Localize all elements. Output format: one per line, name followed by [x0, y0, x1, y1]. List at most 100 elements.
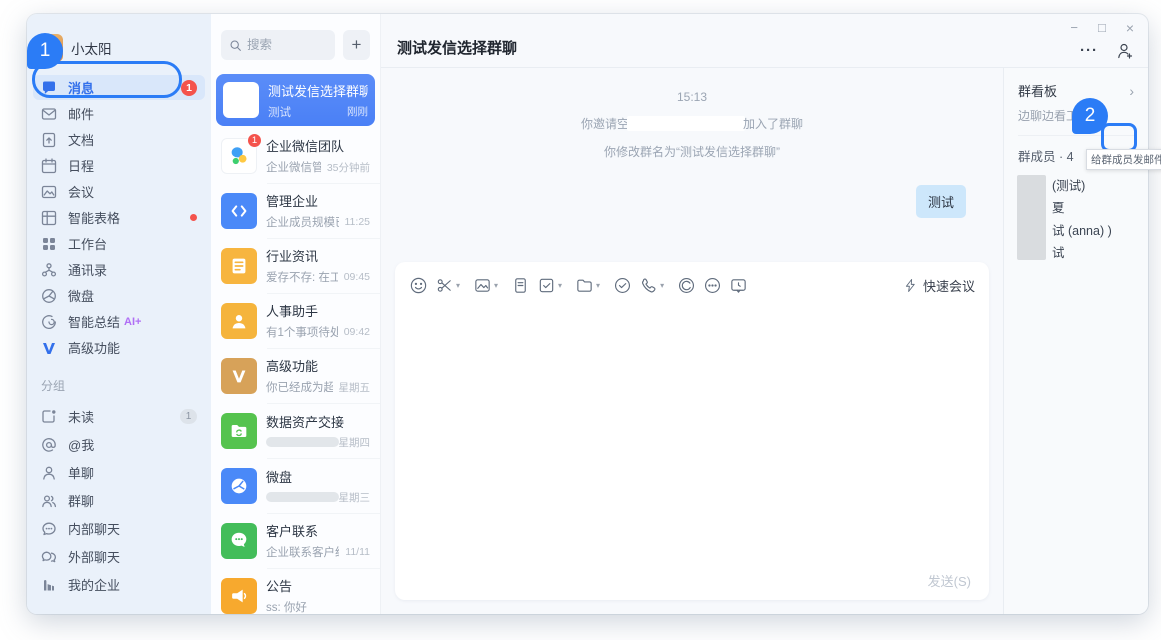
sidebar-item-label: 智能表格	[68, 208, 120, 227]
chat-name: 客户联系	[266, 521, 370, 540]
chat-name: 数据资产交接	[266, 412, 370, 431]
chat-list-item[interactable]: 1 企业微信团队 企业微信管理后...35分钟前	[211, 128, 380, 183]
maximize-button[interactable]: □	[1098, 21, 1106, 35]
sidebar-item-docs[interactable]: 文档	[33, 127, 205, 152]
chat-preview: 你已经成为超级管...	[266, 379, 333, 395]
chat-list-panel: + 测试发信选择群聊 测试刚刚 1 企业微信团队 企业微信管理后...35分钟前	[211, 14, 381, 614]
chat-list-item[interactable]: 微盘 星期三	[211, 458, 380, 513]
member-list: (测试) 夏 试 (anna) ) 试	[1004, 169, 1148, 263]
sidebar-item-ai-summary[interactable]: 智能总结 AI+	[33, 309, 205, 334]
chat-name: 高级功能	[266, 356, 370, 375]
annotation-step-2: 2	[1072, 98, 1108, 134]
sidebar-item-smart-table[interactable]: 智能表格	[33, 205, 205, 230]
screenshot-icon[interactable]	[435, 276, 454, 295]
scheduled-message-icon[interactable]	[729, 276, 748, 295]
sidebar-item-external-chats[interactable]: 外部聊天	[33, 543, 205, 570]
todo-icon[interactable]	[537, 276, 556, 295]
image-icon[interactable]	[473, 276, 492, 295]
message-input[interactable]	[409, 306, 975, 566]
drive-icon	[41, 288, 57, 304]
sidebar-item-mail[interactable]: 邮件	[33, 101, 205, 126]
unread-group-count: 1	[180, 409, 197, 424]
chevron-down-icon[interactable]: ▾	[596, 281, 600, 290]
search-icon	[229, 39, 242, 52]
chevron-down-icon[interactable]: ▾	[660, 281, 664, 290]
sidebar-item-workbench[interactable]: 工作台	[33, 231, 205, 256]
close-button[interactable]: ×	[1126, 21, 1134, 35]
external-chat-icon	[41, 549, 57, 565]
message-area: 15:13 你邀请空加入了群聊 你修改群名为“测试发信选择群聊” 测试 ▾	[381, 68, 1003, 614]
emoji-icon[interactable]	[409, 276, 428, 295]
annotation-highlight-mail-members	[1101, 123, 1137, 152]
chat-preview: 爱存不存: 在工行...	[266, 269, 338, 285]
groups-section-label: 分组	[27, 361, 211, 402]
sidebar-item-drive[interactable]: 微盘	[33, 283, 205, 308]
outgoing-message-bubble[interactable]: 测试	[916, 185, 966, 218]
chat-more-button[interactable]: ···	[1080, 46, 1098, 56]
conference-icon[interactable]	[677, 276, 696, 295]
search-box[interactable]	[221, 30, 335, 60]
sidebar-item-unread[interactable]: 未读 1	[33, 403, 205, 430]
chevron-down-icon[interactable]: ▾	[558, 281, 562, 290]
chat-time: 35分钟前	[327, 160, 370, 175]
composer-toolbar: ▾ ▾ ▾ ▾ ▾ 快速会议	[409, 272, 975, 298]
chat-preview: 企业微信管理后...	[266, 159, 321, 175]
hr-assistant-avatar	[221, 303, 257, 339]
chat-preview: 企业成员规模已达...	[266, 214, 339, 230]
check-circle-icon[interactable]	[613, 276, 632, 295]
sidebar-item-label: 文档	[68, 130, 94, 149]
message-composer: ▾ ▾ ▾ ▾ ▾ 快速会议	[395, 262, 989, 600]
manage-company-avatar	[221, 193, 257, 229]
chat-title: 测试发信选择群聊	[397, 37, 517, 58]
chat-name: 企业微信团队	[266, 136, 370, 155]
chevron-down-icon[interactable]: ▾	[494, 281, 498, 290]
sidebar-item-group-chats[interactable]: 群聊	[33, 487, 205, 514]
chat-list-item[interactable]: 数据资产交接 星期四	[211, 403, 380, 458]
folder-icon[interactable]	[575, 276, 594, 295]
sidebar-item-direct-chats[interactable]: 单聊	[33, 459, 205, 486]
sidebar-item-internal-chats[interactable]: 内部聊天	[33, 515, 205, 542]
window-controls: − □ ×	[1070, 21, 1134, 35]
chat-time: 09:45	[344, 271, 370, 283]
file-icon[interactable]	[511, 276, 530, 295]
send-button[interactable]: 发送(S)	[928, 571, 971, 590]
chat-name: 微盘	[266, 467, 370, 486]
call-icon[interactable]	[639, 276, 658, 295]
sidebar-item-contacts[interactable]: 通讯录	[33, 257, 205, 282]
chevron-down-icon[interactable]: ▾	[456, 281, 460, 290]
chat-list-item[interactable]: 管理企业 企业成员规模已达...11:25	[211, 183, 380, 238]
sidebar-item-label: 智能总结	[68, 312, 120, 331]
chat-list-item[interactable]: 高级功能 你已经成为超级管...星期五	[211, 348, 380, 403]
redacted-names	[627, 116, 745, 131]
more-tools-icon[interactable]	[703, 276, 722, 295]
sidebar-item-advanced[interactable]: 高级功能	[33, 335, 205, 360]
minimize-button[interactable]: −	[1070, 21, 1078, 35]
chat-list-item[interactable]: 客户联系 企业联系客户统计 ...11/11	[211, 513, 380, 568]
search-input[interactable]	[247, 38, 327, 52]
chat-list-item[interactable]: 人事助手 有1个事项待处理09:42	[211, 293, 380, 348]
chat-list-item-selected[interactable]: 测试发信选择群聊 测试刚刚	[216, 74, 375, 126]
sidebar-item-my-company[interactable]: 我的企业	[33, 571, 205, 598]
sidebar-item-label: 内部聊天	[68, 519, 120, 538]
announcement-avatar	[221, 578, 257, 614]
sidebar-item-mentions[interactable]: @我	[33, 431, 205, 458]
industry-news-avatar	[221, 248, 257, 284]
sidebar-item-label: 群聊	[68, 491, 94, 510]
sidebar-item-label: 外部聊天	[68, 547, 120, 566]
internal-chat-icon	[41, 521, 57, 537]
screenshot-canvas: 小太阳 消息 1 邮件 文档 日程 会议	[0, 0, 1161, 640]
document-icon	[41, 132, 57, 148]
sidebar-item-calendar[interactable]: 日程	[33, 153, 205, 178]
chat-list-item[interactable]: 公告 ss: 你好	[211, 568, 380, 614]
ai-summary-icon	[41, 314, 57, 330]
quick-meeting-button[interactable]: 快速会议	[903, 276, 975, 295]
chat-preview: ss: 你好	[266, 599, 370, 614]
chat-name: 行业资讯	[266, 246, 370, 265]
add-member-icon[interactable]	[1116, 42, 1134, 60]
chat-list-item[interactable]: 行业资讯 爱存不存: 在工行... 09:45	[211, 238, 380, 293]
chat-time: 星期三	[339, 490, 371, 505]
company-icon	[41, 577, 57, 593]
calendar-icon	[41, 158, 57, 174]
sidebar-item-meeting[interactable]: 会议	[33, 179, 205, 204]
add-chat-button[interactable]: +	[343, 30, 370, 60]
